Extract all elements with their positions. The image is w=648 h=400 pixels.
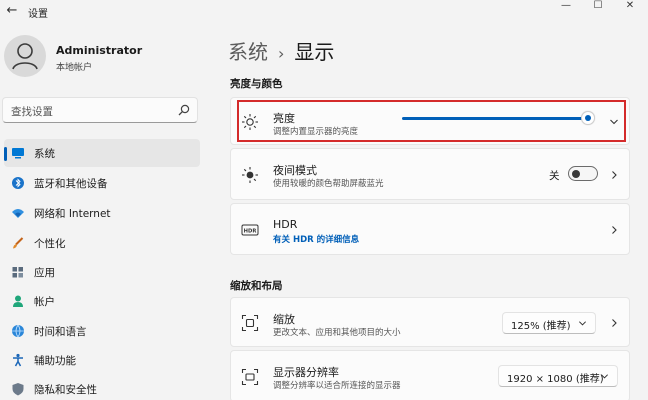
sidebar-item-accessibility[interactable]: 辅助功能 bbox=[4, 346, 200, 374]
search-icon bbox=[178, 104, 190, 116]
sidebar-item-time-language[interactable]: 时间和语言 bbox=[4, 317, 200, 345]
avatar[interactable] bbox=[4, 35, 46, 77]
maximize-button[interactable]: ☐ bbox=[584, 0, 612, 16]
person-icon bbox=[13, 295, 23, 307]
close-button[interactable]: ✕ bbox=[616, 0, 644, 16]
resolution-dropdown[interactable]: 1920 × 1080 (推荐) bbox=[498, 365, 618, 387]
scale-icon bbox=[241, 314, 259, 332]
section-heading-brightness-color: 亮度与颜色 bbox=[230, 78, 283, 90]
breadcrumb-parent[interactable]: 系统 bbox=[228, 40, 268, 64]
hdr-card[interactable]: HDR HDR 有关 HDR 的详细信息 bbox=[230, 203, 630, 255]
night-light-toggle[interactable] bbox=[568, 166, 598, 181]
sidebar-item-accounts[interactable]: 帐户 bbox=[4, 287, 200, 315]
resolution-subtitle: 调整分辨率以适合所连接的显示器 bbox=[273, 381, 401, 391]
chevron-right-icon[interactable] bbox=[609, 318, 619, 328]
sidebar-item-label: 应用 bbox=[34, 267, 55, 279]
sidebar-item-label: 蓝牙和其他设备 bbox=[34, 178, 108, 190]
sidebar-item-label: 系统 bbox=[34, 148, 55, 160]
night-light-icon bbox=[242, 167, 258, 183]
apps-icon bbox=[12, 267, 23, 278]
sidebar-item-label: 时间和语言 bbox=[34, 326, 87, 338]
person-avatar-icon bbox=[12, 43, 38, 70]
sidebar-item-label: 帐户 bbox=[34, 296, 55, 308]
window-title: 设置 bbox=[28, 9, 48, 20]
scale-title: 缩放 bbox=[273, 313, 295, 326]
page-title: 显示 bbox=[294, 40, 335, 64]
minimize-button[interactable]: — bbox=[552, 0, 580, 16]
globe-clock-icon bbox=[12, 324, 24, 338]
back-arrow-icon[interactable]: ← bbox=[4, 3, 20, 19]
shield-icon bbox=[12, 383, 24, 396]
search-input[interactable]: 查找设置 bbox=[2, 97, 198, 123]
section-heading-scale-layout: 缩放和布局 bbox=[230, 280, 283, 292]
hdr-icon: HDR bbox=[241, 224, 259, 236]
highlight-box bbox=[237, 100, 626, 142]
wifi-icon bbox=[12, 209, 24, 218]
sidebar-item-label: 隐私和安全性 bbox=[34, 384, 97, 396]
chevron-down-icon bbox=[600, 374, 609, 379]
resolution-dropdown-value: 1920 × 1080 (推荐) bbox=[507, 374, 604, 385]
brush-icon bbox=[13, 237, 24, 249]
hdr-title: HDR bbox=[273, 218, 298, 231]
resolution-icon bbox=[241, 368, 259, 386]
hdr-icon-text: HDR bbox=[244, 228, 257, 234]
night-light-title: 夜间模式 bbox=[273, 164, 317, 177]
night-light-toggle-label: 关 bbox=[549, 170, 560, 182]
sidebar-item-system[interactable]: 系统 bbox=[4, 139, 200, 167]
scale-subtitle: 更改文本、应用和其他项目的大小 bbox=[273, 328, 401, 338]
sidebar-item-network[interactable]: 网络和 Internet bbox=[4, 199, 200, 227]
hdr-learn-more-link[interactable]: 有关 HDR 的详细信息 bbox=[273, 233, 359, 245]
system-display-icon bbox=[12, 148, 24, 159]
scale-dropdown[interactable]: 125% (推荐) bbox=[502, 312, 596, 334]
user-name: Administrator bbox=[56, 44, 143, 57]
sidebar-item-label: 网络和 Internet bbox=[34, 208, 111, 220]
resolution-title: 显示器分辨率 bbox=[273, 366, 339, 379]
bluetooth-icon bbox=[12, 177, 24, 189]
chevron-right-icon[interactable] bbox=[609, 170, 619, 180]
breadcrumb: 系统 › 显示 bbox=[228, 36, 334, 65]
chevron-right-icon[interactable] bbox=[609, 225, 619, 235]
search-placeholder: 查找设置 bbox=[11, 106, 53, 118]
sidebar-item-label: 辅助功能 bbox=[34, 355, 76, 367]
sidebar-item-apps[interactable]: 应用 bbox=[4, 258, 200, 286]
night-light-subtitle: 使用较暖的颜色帮助屏蔽蓝光 bbox=[273, 179, 384, 189]
toggle-knob bbox=[572, 169, 580, 178]
sidebar-item-label: 个性化 bbox=[34, 238, 66, 250]
sidebar-item-privacy[interactable]: 隐私和安全性 bbox=[4, 375, 200, 400]
title-bar: ← 设置 — ☐ ✕ bbox=[0, 0, 648, 24]
sidebar-item-personalization[interactable]: 个性化 bbox=[4, 229, 200, 257]
account-type: 本地帐户 bbox=[56, 63, 93, 73]
selection-indicator bbox=[4, 147, 7, 161]
accessibility-icon bbox=[13, 353, 23, 367]
scale-dropdown-value: 125% (推荐) bbox=[511, 321, 571, 332]
sidebar-item-bluetooth[interactable]: 蓝牙和其他设备 bbox=[4, 169, 200, 197]
chevron-down-icon bbox=[578, 321, 587, 326]
breadcrumb-separator: › bbox=[278, 44, 285, 63]
